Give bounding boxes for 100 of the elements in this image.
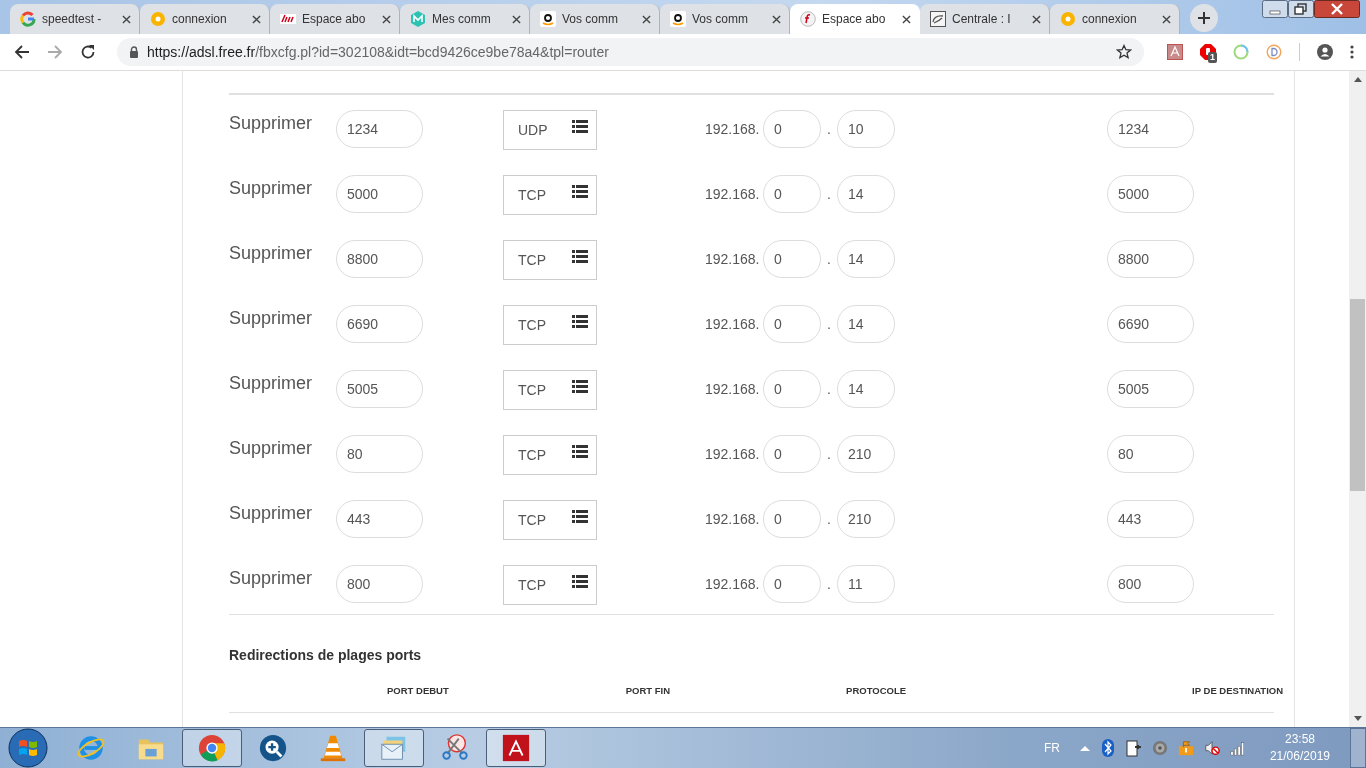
destination-port-field[interactable]: 5000 [1107,175,1194,213]
delete-link[interactable]: Supprimer [229,435,336,459]
ip-octet-field[interactable]: 14 [837,305,895,343]
ip-octet-field[interactable]: 0 [763,370,821,408]
browser-tab[interactable]: speedtest - [10,4,140,34]
taskbar-app[interactable] [364,729,424,767]
protocol-select[interactable]: TCP [503,500,597,540]
close-icon[interactable] [1032,14,1041,24]
close-icon[interactable] [642,14,651,24]
bluetooth-icon[interactable] [1099,739,1116,757]
delete-link[interactable]: Supprimer [229,565,336,589]
browser-tab[interactable]: connexion [140,4,270,34]
browser-tab[interactable]: Espace abo [270,4,400,34]
ip-octet-field[interactable]: 14 [837,370,895,408]
scroll-down-icon[interactable] [1353,716,1362,722]
taskbar-app[interactable] [486,729,546,767]
restore-button[interactable] [1288,0,1314,18]
close-icon[interactable] [252,14,261,24]
ip-octet-field[interactable]: 0 [763,110,821,148]
delete-link[interactable]: Supprimer [229,240,336,264]
ip-prefix: 192.168. [705,445,761,464]
delete-link[interactable]: Supprimer [229,305,336,329]
ip-octet-field[interactable]: 0 [763,500,821,538]
destination-port-field[interactable]: 5005 [1107,370,1194,408]
browser-tab[interactable]: Vos comm [660,4,790,34]
browser-tab[interactable]: Espace abo [790,4,920,34]
close-icon[interactable] [902,14,911,24]
menu-icon[interactable] [1350,44,1354,60]
close-icon[interactable] [1162,14,1171,24]
browser-tab[interactable]: Vos comm [530,4,660,34]
battery-plug-icon[interactable] [1125,739,1142,757]
profile-icon[interactable] [1317,44,1333,60]
close-icon[interactable] [122,14,131,24]
ip-prefix: 192.168. [705,380,761,399]
ip-prefix: 192.168. [705,250,761,269]
ip-octet-field[interactable]: 210 [837,435,895,473]
browser-tab[interactable]: Mes comm [400,4,530,34]
ip-octet-field[interactable]: 10 [837,110,895,148]
protocol-select[interactable]: TCP [503,565,597,605]
protocol-select[interactable]: TCP [503,435,597,475]
flag-warning-icon[interactable] [1177,739,1194,757]
bookmark-star-icon[interactable] [1116,44,1132,60]
ip-octet-field[interactable]: 0 [763,175,821,213]
destination-port-field[interactable]: 80 [1107,435,1194,473]
close-button[interactable] [1314,0,1360,18]
delete-link[interactable]: Supprimer [229,500,336,524]
close-icon[interactable] [772,14,781,24]
protocol-select[interactable]: TCP [503,175,597,215]
port-field[interactable]: 5005 [336,370,423,408]
port-field[interactable]: 8800 [336,240,423,278]
scroll-up-icon[interactable] [1353,76,1362,82]
destination-port-field[interactable]: 1234 [1107,110,1194,148]
close-icon[interactable] [512,14,521,24]
reload-icon[interactable] [80,44,96,60]
pdf-extension-icon[interactable] [1167,44,1183,60]
scrollbar-thumb[interactable] [1350,299,1365,491]
ip-octet-field[interactable]: 0 [763,565,821,603]
protocol-select[interactable]: UDP [503,110,597,150]
destination-port-field[interactable]: 443 [1107,500,1194,538]
destination-port-field[interactable]: 6690 [1107,305,1194,343]
protocol-select[interactable]: TCP [503,305,597,345]
close-icon[interactable] [382,14,391,24]
back-icon[interactable] [14,44,30,60]
address-bar[interactable]: https://adsl.free.fr/fbxcfg.pl?id=302108&idt=bcd9426ce9be78a4&tpl=router [117,38,1144,66]
tab-title: Vos comm [562,12,618,26]
protocol-select[interactable]: TCP [503,370,597,410]
new-tab-button[interactable] [1190,4,1218,32]
ip-octet-field[interactable]: 14 [837,240,895,278]
browser-tab[interactable]: Centrale : I [920,4,1050,34]
ip-octet-field[interactable]: 210 [837,500,895,538]
taskbar-app[interactable] [182,729,242,767]
dot-separator: . [826,510,832,529]
muted-speaker-icon[interactable] [1203,739,1220,757]
start-button[interactable] [8,728,48,768]
delete-link[interactable]: Supprimer [229,175,336,199]
show-hidden-icons[interactable] [1079,745,1090,751]
ip-octet-field[interactable]: 14 [837,175,895,213]
ip-octet-field[interactable]: 0 [763,435,821,473]
extension-badge: 1 [1208,52,1217,63]
ip-octet-field[interactable]: 0 [763,305,821,343]
protocol-select[interactable]: TCP [503,240,597,280]
multicolor-ring-icon [20,11,36,27]
port-field[interactable]: 800 [336,565,423,603]
port-field[interactable]: 1234 [336,110,423,148]
tab-title: connexion [172,12,227,26]
ip-octet-field[interactable]: 0 [763,240,821,278]
scrollbar[interactable] [1349,71,1366,727]
port-field[interactable]: 80 [336,435,423,473]
port-field[interactable]: 6690 [336,305,423,343]
delete-link[interactable]: Supprimer [229,110,336,134]
port-field[interactable]: 5000 [336,175,423,213]
delete-link[interactable]: Supprimer [229,370,336,394]
circle-extension-icon[interactable] [1266,44,1282,60]
minimize-button[interactable] [1262,0,1288,18]
signal-bars-icon[interactable] [1229,739,1246,757]
destination-port-field[interactable]: 800 [1107,565,1194,603]
browser-tab[interactable]: connexion [1050,4,1180,34]
ip-octet-field[interactable]: 11 [837,565,895,603]
port-field[interactable]: 443 [336,500,423,538]
destination-port-field[interactable]: 8800 [1107,240,1194,278]
